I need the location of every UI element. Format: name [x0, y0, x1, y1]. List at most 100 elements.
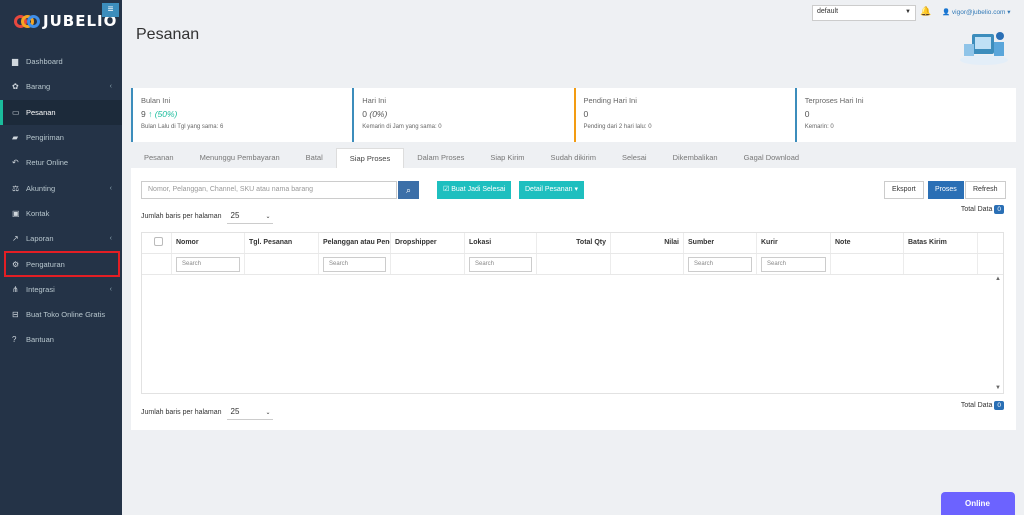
column-header[interactable]: Batas Kirim: [904, 233, 978, 253]
column-header[interactable]: Tgl. Pesanan: [245, 233, 319, 253]
filter-cell: [611, 254, 684, 274]
tab-batal[interactable]: Batal: [293, 148, 336, 168]
tab-dalam-proses[interactable]: Dalam Proses: [404, 148, 477, 168]
location-select[interactable]: default ▼: [812, 5, 916, 21]
sidebar-item-label: Pengaturan: [26, 259, 65, 269]
sidebar-item-akunting[interactable]: ⚖ Akunting ‹: [0, 175, 122, 200]
sidebar-item-retur-online[interactable]: ↶ Retur Online: [0, 150, 122, 175]
user-menu[interactable]: 👤 vigor@jubelio.com ▾: [942, 8, 1011, 16]
stat-value-line: 0: [584, 109, 781, 119]
rows-per-page-select[interactable]: 25 ⌄: [226, 208, 273, 224]
orders-panel: Nomor, Pelanggan, Channel, SKU atau nama…: [131, 168, 1016, 430]
mark-done-button[interactable]: ☑ Buat Jadi Selesai: [437, 181, 512, 199]
sidebar-item-kontak[interactable]: ▣ Kontak: [0, 201, 122, 226]
balance-icon: ⚖: [12, 183, 20, 193]
sidebar-item-pesanan[interactable]: ▭ Pesanan: [0, 99, 122, 125]
rows-per-page-select[interactable]: 25 ⌄: [226, 404, 273, 420]
stat-value-line: 0: [805, 109, 1002, 119]
brand-area: JUBELIO ≡: [0, 0, 122, 44]
chevron-left-icon: ‹: [109, 285, 112, 293]
search-input[interactable]: Nomor, Pelanggan, Channel, SKU atau nama…: [141, 181, 397, 199]
bell-icon[interactable]: 🔔: [920, 6, 931, 17]
column-search-input[interactable]: Search: [469, 257, 532, 272]
sidebar-item-dashboard[interactable]: ▆ Dashboard: [0, 49, 122, 74]
mark-done-label: Buat Jadi Selesai: [451, 186, 506, 193]
total-data-top: Total Data 0: [961, 205, 1004, 214]
column-header[interactable]: Sumber: [684, 233, 757, 253]
tab-dikembalikan[interactable]: Dikembalikan: [660, 148, 731, 168]
orders-grid: NomorTgl. PesananPelanggan atau Pengirim…: [141, 232, 1004, 394]
select-all-checkbox[interactable]: [154, 237, 163, 246]
column-header[interactable]: Nilai: [611, 233, 684, 253]
gears-icon: ⚙: [12, 259, 20, 269]
tab-sudah-dikirim[interactable]: Sudah dikirim: [538, 148, 609, 168]
column-header[interactable]: Kurir: [757, 233, 831, 253]
column-header[interactable]: Note: [831, 233, 904, 253]
order-detail-button[interactable]: Detail Pesanan ▾: [519, 181, 584, 199]
sidebar-item-label: Retur Online: [26, 158, 69, 168]
search-button[interactable]: ⌕: [398, 181, 419, 199]
filter-cell: Search: [684, 254, 757, 274]
chart-icon: ↗: [12, 234, 19, 244]
hamburger-menu-icon[interactable]: ≡: [102, 3, 119, 17]
column-search-input[interactable]: Search: [761, 257, 826, 272]
rows-per-page-bottom: Jumlah baris per halaman 25 ⌄: [141, 404, 273, 420]
column-header[interactable]: Nomor: [172, 233, 245, 253]
tab-selesai[interactable]: Selesai: [609, 148, 660, 168]
sidebar-item-buat-toko-online-gratis[interactable]: ⊟ Buat Toko Online Gratis: [0, 302, 122, 327]
tab-siap-kirim[interactable]: Siap Kirim: [477, 148, 537, 168]
tab-menunggu-pembayaran[interactable]: Menunggu Pembayaran: [187, 148, 293, 168]
caret-down-icon: ▾: [1007, 9, 1011, 16]
column-header[interactable]: Dropshipper: [391, 233, 465, 253]
sidebar-item-label: Bantuan: [26, 335, 54, 345]
stat-subtext: Bulan Lalu di Tgl yang sama: 6: [141, 124, 224, 130]
stats-bar: Bulan Ini 9 ↑ (50%) Bulan Lalu di Tgl yang…: [131, 88, 1016, 142]
check-square-icon: ☑: [443, 186, 450, 193]
question-icon: ?: [12, 335, 17, 345]
return-icon: ↶: [12, 158, 19, 168]
total-data-label: Total Data: [960, 206, 993, 213]
refresh-button[interactable]: Refresh: [965, 181, 1006, 199]
online-chat-button[interactable]: Online: [941, 492, 1015, 515]
stat-trend: (0%): [369, 109, 388, 119]
column-header[interactable]: Lokasi: [465, 233, 537, 253]
logo-rings-icon: [14, 13, 40, 29]
stat-card: Bulan Ini 9 ↑ (50%) Bulan Lalu di Tgl yang…: [131, 88, 346, 142]
contact-card-icon: ▣: [12, 208, 20, 218]
column-search-input[interactable]: Search: [176, 257, 240, 272]
tab-pesanan[interactable]: Pesanan: [131, 148, 187, 168]
sidebar-item-barang[interactable]: ✿ Barang ‹: [0, 74, 122, 99]
sidebar: JUBELIO ≡ ▆ Dashboard ✿ Barang ‹ ▭ Pesanan ▰ Pen…: [0, 0, 122, 515]
chevron-left-icon: ‹: [109, 83, 112, 91]
page-title: Pesanan: [136, 26, 200, 43]
sidebar-item-pengiriman[interactable]: ▰ Pengiriman: [0, 125, 122, 150]
scroll-up-icon[interactable]: ▲: [995, 276, 1001, 282]
scroll-down-icon[interactable]: ▼: [995, 385, 1001, 391]
user-email: vigor@jubelio.com: [951, 9, 1006, 16]
sidebar-item-label: Akunting: [26, 183, 56, 193]
rows-per-page-label: Jumlah baris per halaman: [141, 408, 222, 416]
column-search-input[interactable]: Search: [323, 257, 386, 272]
sidebar-item-label: Barang: [26, 82, 51, 92]
sidebar-item-pengaturan[interactable]: ⚙ Pengaturan: [4, 251, 120, 277]
sidebar-item-bantuan[interactable]: ? Bantuan: [0, 327, 122, 352]
cubes-icon: ✿: [12, 82, 19, 92]
process-button[interactable]: Proses: [928, 181, 964, 199]
sidebar-item-laporan[interactable]: ↗ Laporan ‹: [0, 226, 122, 251]
chevron-down-icon: ⌄: [265, 410, 271, 416]
filter-cell: [537, 254, 611, 274]
tab-siap-proses[interactable]: Siap Proses: [335, 148, 405, 168]
sidebar-item-label: Dashboard: [26, 57, 63, 67]
tab-gagal-download[interactable]: Gagal Download: [731, 148, 812, 168]
column-header[interactable]: Total Qty: [537, 233, 611, 253]
column-header[interactable]: Pelanggan atau Pengirim: [319, 233, 391, 253]
select-all-cell[interactable]: [142, 233, 172, 253]
filter-cell: Search: [319, 254, 391, 274]
sidebar-item-integrasi[interactable]: ⋔ Integrasi ‹: [0, 277, 122, 302]
export-button[interactable]: Eksport: [884, 181, 924, 199]
column-search-input[interactable]: Search: [688, 257, 752, 272]
order-tabs: Pesanan Menunggu Pembayaran Batal Siap Pros…: [131, 148, 812, 168]
warehouse-illustration-icon: [960, 32, 1008, 65]
caret-down-icon: ▾: [574, 186, 578, 193]
rows-per-page-value: 25: [230, 407, 240, 416]
